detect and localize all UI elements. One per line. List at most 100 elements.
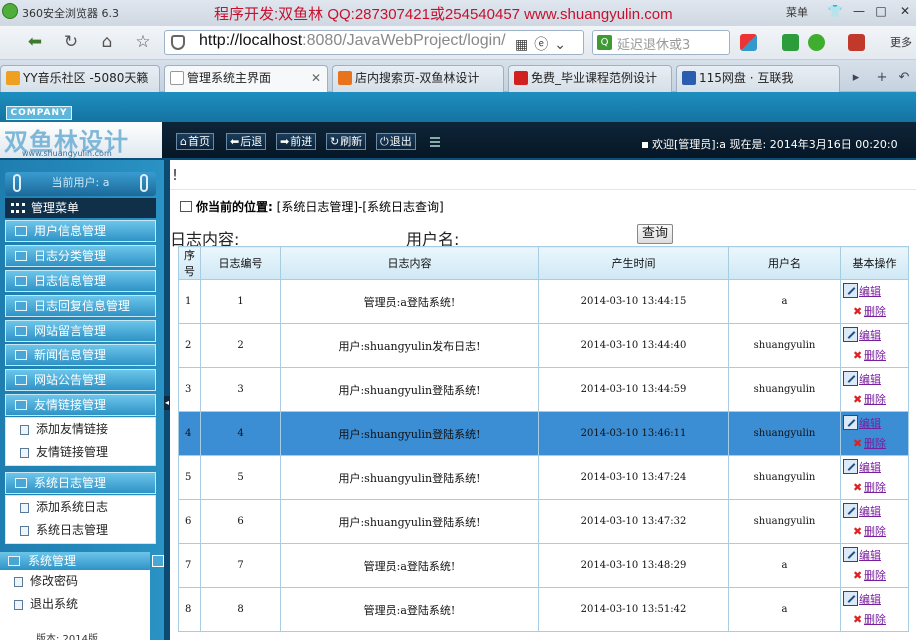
delete-link[interactable]: ✖ 删除 <box>843 522 908 542</box>
table-row[interactable]: 6 6 用户:shuangyulin登陆系统! 2014-03-10 13:47:32… <box>178 499 909 544</box>
delete-link[interactable]: ✖ 删除 <box>843 302 908 322</box>
refresh-button[interactable]: ↻刷新 <box>326 133 367 150</box>
sidebar-item-user-info[interactable]: 用户信息管理 <box>5 220 156 242</box>
security-icon[interactable] <box>808 34 825 51</box>
translate-icon[interactable] <box>848 34 865 51</box>
browser-menu-button[interactable]: 菜单 <box>786 4 808 20</box>
welcome-text: 欢迎[管理员]:a 现在是: 2014年3月16日 00:20:0 <box>642 136 898 152</box>
more-button[interactable]: 更多 <box>890 34 912 50</box>
tab-scroll-icon[interactable]: ▸ <box>848 70 864 86</box>
query-button[interactable]: 查询 <box>637 224 673 244</box>
table-row[interactable]: 1 1 管理员:a登陆系统! 2014-03-10 13:44:15 a 编辑 ✖ 删除 <box>178 279 909 324</box>
address-bar[interactable]: http://localhost:8080/JavaWebProject/log… <box>164 30 584 55</box>
sidebar-item-guestbook[interactable]: 网站留言管理 <box>5 320 156 342</box>
browser-tab[interactable]: YY音乐社区 -5080天籁 <box>0 65 160 92</box>
address-bar-icons[interactable]: ▦ⓔ⌄ <box>515 34 572 54</box>
browser-tabbar: YY音乐社区 -5080天籁 管理系统主界面 ✕ 店内搜索页-双鱼林设计 免费_… <box>0 60 916 92</box>
cell-log-content: 用户:shuangyulin登陆系统! <box>280 411 539 456</box>
table-row[interactable]: 2 2 用户:shuangyulin发布日志! 2014-03-10 13:44:40… <box>178 323 909 368</box>
sidebar-item-news[interactable]: 新闻信息管理 <box>5 344 156 366</box>
cell-username: a <box>728 587 841 632</box>
browser-tab[interactable]: 免费_毕业课程范例设计 <box>508 65 672 92</box>
delete-link[interactable]: ✖ 删除 <box>843 346 908 366</box>
search-input[interactable]: 延迟退休或3 <box>617 34 705 53</box>
cell-seq: 6 <box>178 499 201 544</box>
submenu-manage-friend-link[interactable]: 友情链接管理 <box>6 441 155 464</box>
cell-log-content: 用户:shuangyulin登陆系统! <box>280 455 539 500</box>
search-engine-icon[interactable]: Q <box>597 35 612 50</box>
cell-log-content: 管理员:a登陆系统! <box>280 587 539 632</box>
sidebar-item-system[interactable]: 系统管理 <box>0 552 164 570</box>
media-icon[interactable] <box>782 34 799 51</box>
cell-actions: 编辑 ✖ 删除 <box>840 367 909 412</box>
home-icon[interactable]: ⌂ <box>94 30 120 54</box>
delete-icon: ✖ <box>853 524 863 538</box>
browser-tab[interactable]: 115网盘 · 互联我 <box>676 65 840 92</box>
delete-link[interactable]: ✖ 删除 <box>843 610 908 630</box>
sidebar-item-log-info[interactable]: 日志信息管理 <box>5 270 156 292</box>
browser-tab[interactable]: 店内搜索页-双鱼林设计 <box>332 65 504 92</box>
log-content-input[interactable] <box>248 227 388 245</box>
col-log-id: 日志编号 <box>200 246 281 280</box>
address-url[interactable]: http://localhost:8080/JavaWebProject/log… <box>199 32 506 50</box>
minimize-icon[interactable]: — <box>850 3 868 19</box>
edit-label: 编辑 <box>859 328 881 342</box>
cell-username: shuangyulin <box>728 323 841 368</box>
new-tab-icon[interactable]: + <box>874 70 890 86</box>
submenu-add-friend-link[interactable]: 添加友情链接 <box>6 418 155 441</box>
logout-button[interactable]: ⏻退出 <box>376 133 416 150</box>
table-row[interactable]: 3 3 用户:shuangyulin登陆系统! 2014-03-10 13:44:59… <box>178 367 909 412</box>
skin-icon[interactable]: 👕 <box>826 3 844 19</box>
restore-tab-icon[interactable]: ↶ <box>896 70 912 86</box>
collapse-icon[interactable] <box>152 555 164 567</box>
maximize-icon[interactable]: □ <box>872 3 890 19</box>
favorite-star-icon[interactable]: ☆ <box>130 30 156 54</box>
edit-link[interactable]: 编辑 <box>843 502 908 522</box>
cell-time: 2014-03-10 13:47:32 <box>538 499 729 544</box>
browser-logo-icon <box>2 3 18 19</box>
delete-link[interactable]: ✖ 删除 <box>843 566 908 586</box>
edit-link[interactable]: 编辑 <box>843 458 908 478</box>
sidebar-item-label: 系统日志管理 <box>34 476 107 490</box>
sidebar-item-log-reply[interactable]: 日志回复信息管理 <box>5 295 156 317</box>
edit-link[interactable]: 编辑 <box>843 282 908 302</box>
username-input[interactable] <box>462 227 632 245</box>
app-header: COMPANY 双鱼林设计 www.shuangyulin.com ⌂首页 ⬅后… <box>0 92 916 160</box>
sidebar-item-syslog[interactable]: 系统日志管理 <box>5 472 156 494</box>
close-window-icon[interactable]: ✕ <box>896 3 914 19</box>
table-row[interactable]: 8 8 管理员:a登陆系统! 2014-03-10 13:51:42 a 编辑 ✖ 删除 <box>178 587 909 632</box>
delete-icon: ✖ <box>853 348 863 362</box>
edit-link[interactable]: 编辑 <box>843 414 908 434</box>
delete-link[interactable]: ✖ 删除 <box>843 478 908 498</box>
table-row[interactable]: 4 4 用户:shuangyulin登陆系统! 2014-03-10 13:46:11… <box>178 411 909 456</box>
forward-button[interactable]: ➡前进 <box>276 133 317 150</box>
cell-actions: 编辑 ✖ 删除 <box>840 323 909 368</box>
edit-link[interactable]: 编辑 <box>843 370 908 390</box>
close-tab-icon[interactable]: ✕ <box>311 66 321 91</box>
submenu-manage-syslog[interactable]: 系统日志管理 <box>6 519 155 542</box>
table-row[interactable]: 5 5 用户:shuangyulin登陆系统! 2014-03-10 13:47:24… <box>178 455 909 500</box>
delete-link[interactable]: ✖ 删除 <box>843 434 908 454</box>
search-box[interactable]: Q 延迟退休或3 <box>592 30 730 55</box>
back-icon[interactable]: ⬅ <box>22 30 48 54</box>
submenu-add-syslog[interactable]: 添加系统日志 <box>6 496 155 519</box>
apps-icon[interactable] <box>740 34 757 51</box>
edit-link[interactable]: 编辑 <box>843 546 908 566</box>
sidebar-item-notice[interactable]: 网站公告管理 <box>5 369 156 391</box>
table-row[interactable]: 7 7 管理员:a登陆系统! 2014-03-10 13:48:29 a 编辑 ✖ 删除 <box>178 543 909 588</box>
submenu-logout[interactable]: 退出系统 <box>0 593 150 616</box>
bullet-icon <box>642 142 648 148</box>
sidebar-item-log-category[interactable]: 日志分类管理 <box>5 245 156 267</box>
welcome-message: 欢迎[管理员]:a 现在是: 2014年3月16日 00:20:0 <box>652 138 898 151</box>
browser-tab-active[interactable]: 管理系统主界面 ✕ <box>164 65 328 92</box>
sidebar-item-friend-link[interactable]: 友情链接管理 <box>5 394 156 416</box>
header-toolbar: ⌂首页 ⬅后退 ➡前进 ↻刷新 ⏻退出 欢迎[管理员]:a 现在是: 2014年… <box>162 122 916 158</box>
back-button[interactable]: ⬅后退 <box>226 133 267 150</box>
delete-link[interactable]: ✖ 删除 <box>843 390 908 410</box>
submenu-change-password[interactable]: 修改密码 <box>0 570 150 593</box>
edit-link[interactable]: 编辑 <box>843 590 908 610</box>
edit-link[interactable]: 编辑 <box>843 326 908 346</box>
browser-titlebar: 360安全浏览器 6.3 程序开发:双鱼林 QQ:287307421或25454… <box>0 0 916 26</box>
home-button[interactable]: ⌂首页 <box>176 133 214 150</box>
refresh-icon[interactable]: ↻ <box>58 30 84 54</box>
